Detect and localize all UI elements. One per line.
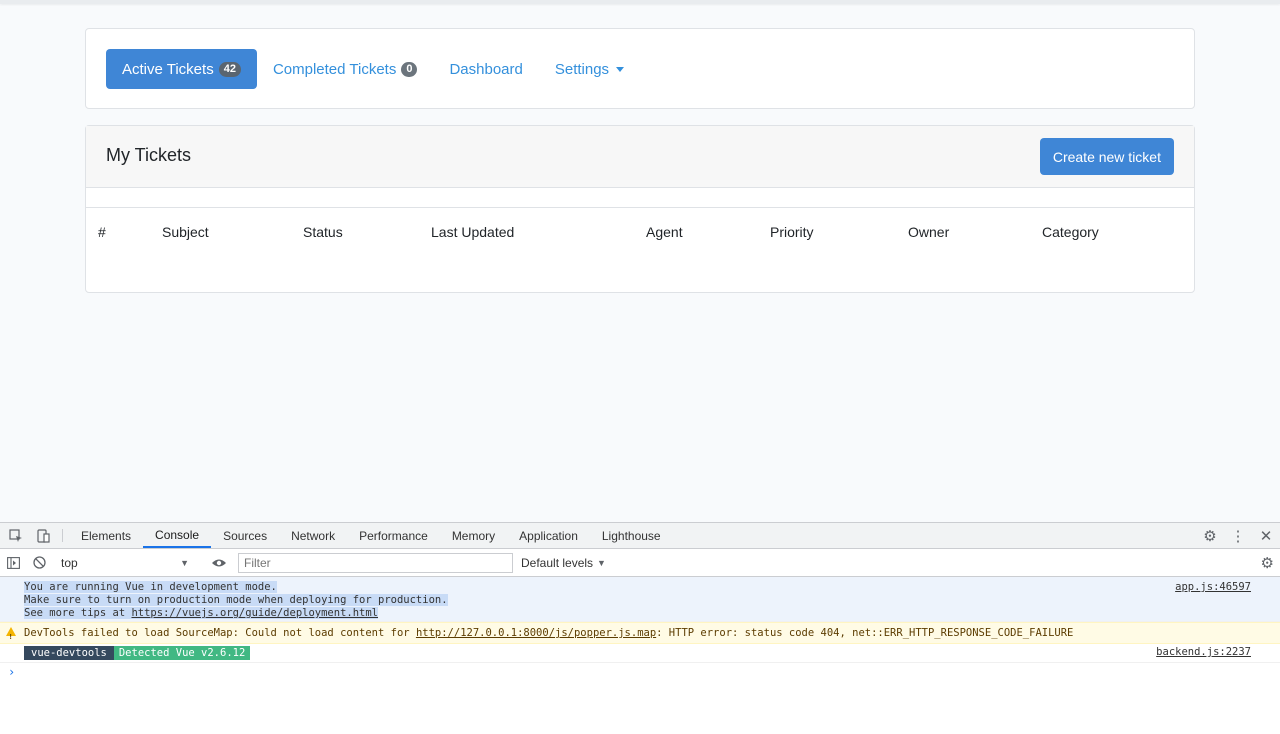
device-toolbar-icon[interactable] [29,523,56,548]
tab-sources[interactable]: Sources [211,523,279,548]
prompt-chevron-icon: › [8,665,16,679]
console-line: See more tips at https://vuejs.org/guide… [24,607,1280,620]
tab-completed-tickets-label: Completed Tickets [272,60,397,78]
tab-console[interactable]: Console [143,523,212,548]
column-header-owner[interactable]: Owner [908,224,949,240]
devtools-window-controls: ⚙ ⋮ ✕ [1196,523,1280,548]
table-spacer [86,188,1194,208]
console-settings-gear-icon[interactable]: ⚙ [1261,554,1274,572]
devtools-tabbar: Elements Console Sources Network Perform… [0,522,1280,549]
page-title: My Tickets [106,145,192,165]
gear-icon[interactable]: ⚙ [1196,527,1224,545]
log-levels-dropdown[interactable]: Default levels ▼ [521,556,606,570]
console-prompt[interactable]: › [0,663,1280,683]
console-message-vue-devtools: vue-devtools Detected Vue v2.6.12 backend… [0,644,1280,663]
tab-network[interactable]: Network [279,523,347,548]
console-text: Make sure to turn on production mode whe… [24,594,448,606]
console-toolbar: top ▼ Filter Default levels ▼ ⚙ [0,549,1280,577]
chevron-down-icon: ▼ [180,557,189,568]
column-header-category[interactable]: Category [1042,224,1099,240]
settings-dropdown[interactable]: Settings [539,49,640,89]
column-header-priority[interactable]: Priority [770,224,814,240]
context-select-value: top [61,555,78,570]
console-message-info: You are running Vue in development mode.… [0,577,1280,622]
levels-chevron-icon: ▼ [597,557,606,568]
nav-card: Active Tickets 42 Completed Tickets 0 Da… [85,28,1195,109]
tab-dashboard[interactable]: Dashboard [433,49,538,89]
tab-application[interactable]: Application [507,523,590,548]
console-line: You are running Vue in development mode. [24,581,1280,594]
create-ticket-button[interactable]: Create new ticket [1039,138,1174,175]
top-bar [0,0,1280,4]
tab-active-tickets-label: Active Tickets [122,60,214,78]
context-select[interactable]: top ▼ [55,553,195,573]
tab-elements[interactable]: Elements [69,523,143,548]
tickets-table-header: # Subject Status Last Updated Agent Prio… [86,208,1194,256]
tab-performance[interactable]: Performance [347,523,440,548]
nav-pills: Active Tickets 42 Completed Tickets 0 Da… [106,49,640,89]
completed-tickets-count-badge: 0 [401,61,418,77]
vue-version-tag: Detected Vue v2.6.12 [113,646,251,660]
source-link-backend-js[interactable]: backend.js:2237 [1156,646,1251,658]
devtools-panel: Elements Console Sources Network Perform… [0,522,1280,734]
tab-lighthouse[interactable]: Lighthouse [590,523,673,548]
console-text: See more tips at [24,607,132,619]
close-icon[interactable]: ✕ [1252,527,1280,545]
tab-dashboard-label: Dashboard [449,60,523,78]
column-header-agent[interactable]: Agent [646,224,683,240]
warning-icon [6,627,16,648]
console-line: Make sure to turn on production mode whe… [24,594,1280,607]
tabbar-divider [62,529,63,542]
console-message-warning: DevTools failed to load SourceMap: Could… [0,622,1280,648]
clear-console-icon[interactable] [27,556,51,569]
tab-completed-tickets[interactable]: Completed Tickets 0 [257,49,434,89]
sourcemap-link[interactable]: http://127.0.0.1:8000/js/popper.js.map [416,627,656,639]
more-options-icon[interactable]: ⋮ [1224,527,1252,545]
column-header-last-updated[interactable]: Last Updated [431,224,514,240]
warning-text-prefix: DevTools failed to load SourceMap: Could… [24,627,416,639]
source-link-app-js[interactable]: app.js:46597 [1175,581,1251,593]
tab-active-tickets[interactable]: Active Tickets 42 [106,49,257,89]
settings-dropdown-label: Settings [554,60,610,78]
column-header-status[interactable]: Status [303,224,343,240]
log-levels-label: Default levels [521,555,594,570]
live-expression-eye-icon[interactable] [205,558,232,568]
console-filter-input[interactable]: Filter [238,552,513,573]
tickets-card-header: My Tickets Create new ticket [86,126,1194,188]
tab-memory[interactable]: Memory [440,523,507,548]
inspect-element-icon[interactable] [2,523,29,548]
tickets-card: My Tickets Create new ticket # Subject S… [85,125,1195,293]
console-text: You are running Vue in development mode. [24,581,277,593]
console-output: You are running Vue in development mode.… [0,577,1280,683]
vue-deployment-link[interactable]: https://vuejs.org/guide/deployment.html [131,607,379,619]
vue-devtools-tag: vue-devtools [24,646,114,660]
caret-down-icon [616,66,625,72]
column-header-number[interactable]: # [98,224,106,240]
warning-text-suffix: : HTTP error: status code 404, net::ERR_… [656,627,1074,639]
column-header-subject[interactable]: Subject [162,224,209,240]
active-tickets-count-badge: 42 [218,61,241,77]
show-sidebar-icon[interactable] [0,556,27,569]
